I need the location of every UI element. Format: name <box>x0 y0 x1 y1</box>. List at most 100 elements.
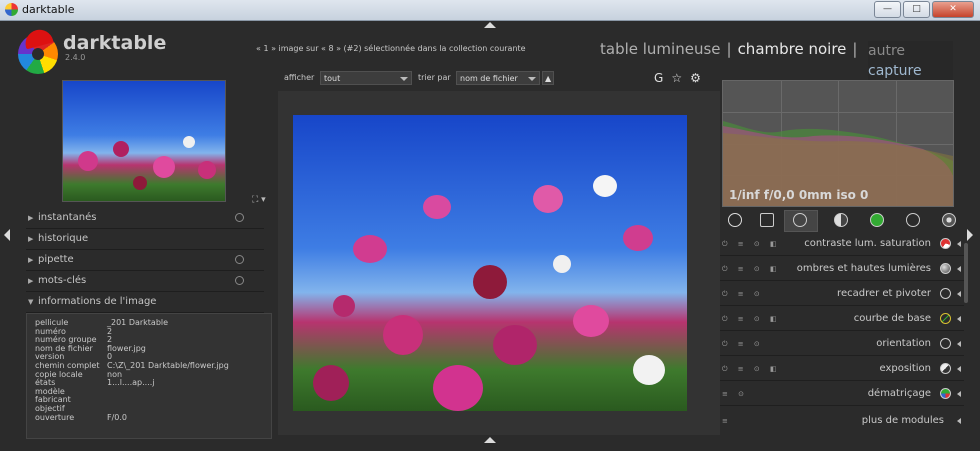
section-label: pipette <box>38 254 74 265</box>
expand-arrow-icon <box>957 391 961 397</box>
module-shadows-highlights[interactable]: ⏻ ≡ ⊙ ◧ ombres et hautes lumières <box>720 258 964 281</box>
expand-arrow-icon <box>957 418 961 424</box>
module-toggle-icons[interactable]: ⏻ ≡ ⊙ <box>722 340 764 349</box>
section-label: informations de l'image <box>38 296 157 307</box>
window-titlebar: darktable — □ ✕ <box>0 0 980 21</box>
collapse-arrow-icon: ▼ <box>28 298 34 306</box>
center-view <box>278 91 720 435</box>
expand-arrow-icon: ▶ <box>28 214 34 222</box>
section-tagging[interactable]: ▶ mots-clés <box>26 272 264 292</box>
show-filter-select[interactable]: tout <box>320 71 412 85</box>
circle-icon[interactable] <box>793 213 807 227</box>
sort-direction-button[interactable]: ▲ <box>542 71 554 85</box>
expand-arrow-icon: ▶ <box>28 277 34 285</box>
correct-icon[interactable] <box>906 213 920 227</box>
minimize-button[interactable]: — <box>874 1 901 18</box>
reset-icon[interactable] <box>235 276 244 285</box>
module-toggle-icons[interactable]: ⏻ ≡ ⊙ ◧ <box>722 265 781 274</box>
maximize-button[interactable]: □ <box>903 1 930 18</box>
section-label: historique <box>38 233 89 244</box>
collapse-bottom-panel-icon[interactable] <box>484 437 496 443</box>
settings-gear-icon[interactable]: ⚙ <box>690 71 709 85</box>
grouping-icon[interactable]: G <box>654 71 671 85</box>
star-icon[interactable] <box>760 213 774 227</box>
star-overlay-icon[interactable]: ☆ <box>671 71 690 85</box>
view-separator: | <box>852 40 858 58</box>
close-button[interactable]: ✕ <box>932 1 974 18</box>
section-history[interactable]: ▶ historique <box>26 230 264 250</box>
contrast-icon <box>940 238 951 249</box>
view-separator: | <box>726 40 732 58</box>
chevron-down-icon <box>400 77 408 81</box>
module-toggle-icons[interactable]: ⏻ ≡ ⊙ ◧ <box>722 240 781 249</box>
module-demosaic[interactable]: ≡ ⊙ dématriçage <box>720 383 964 406</box>
expand-arrow-icon: ▶ <box>28 256 34 264</box>
main-image[interactable] <box>293 115 687 411</box>
reset-icon[interactable] <box>235 255 244 264</box>
reset-icon[interactable] <box>235 213 244 222</box>
navigation-thumbnail[interactable] <box>62 80 226 202</box>
toolbar-icons: G☆⚙ <box>654 71 709 85</box>
zoom-toggle-icon[interactable]: ⛶ ▾ <box>252 195 266 205</box>
section-snapshots[interactable]: ▶ instantanés <box>26 209 264 229</box>
collection-info: « 1 » image sur « 8 » (#2) sélectionnée … <box>256 44 526 53</box>
module-toggle-icons[interactable]: ⏻ ≡ ⊙ <box>722 290 764 299</box>
right-panel-scrollbar[interactable] <box>964 243 968 303</box>
histogram[interactable]: 1/inf f/0,0 0mm iso 0 <box>722 80 954 207</box>
collapse-left-panel-icon[interactable] <box>4 229 10 241</box>
expand-arrow-icon <box>957 266 961 272</box>
info-row: ouverture F/0.0 <box>35 412 128 422</box>
section-label: instantanés <box>38 212 97 223</box>
show-label: afficher <box>284 73 315 82</box>
module-base-curve[interactable]: ⏻ ≡ ⊙ ◧ courbe de base <box>720 308 964 331</box>
section-image-information[interactable]: ▼ informations de l'image <box>26 293 264 313</box>
expand-arrow-icon: ▶ <box>28 235 34 243</box>
sort-select[interactable]: nom de fichier <box>456 71 540 85</box>
image-information-panel: pellicule _201 Darktable numéro 2 numéro g… <box>26 313 272 439</box>
sort-label: trier par <box>418 73 451 82</box>
module-orientation[interactable]: ⏻ ≡ ⊙ orientation <box>720 333 964 356</box>
power-icon[interactable] <box>728 213 742 227</box>
module-label: ombres et hautes lumières <box>796 263 931 274</box>
module-label: orientation <box>876 338 931 349</box>
module-group-bar <box>720 209 964 232</box>
module-crop-rotate[interactable]: ⏻ ≡ ⊙ recadrer et pivoter <box>720 283 964 306</box>
expand-arrow-icon <box>957 366 961 372</box>
module-label: exposition <box>879 363 931 374</box>
window-title: darktable <box>22 3 75 16</box>
color-icon[interactable] <box>870 213 884 227</box>
app-version: 2.4.0 <box>65 53 86 62</box>
effect-icon[interactable] <box>942 213 956 227</box>
app-small-logo-icon <box>5 3 18 16</box>
app-name: darktable <box>63 32 167 54</box>
darktable-logo-icon <box>18 26 58 74</box>
curve-icon <box>940 313 951 324</box>
section-colorpicker[interactable]: ▶ pipette <box>26 251 264 271</box>
module-toggle-icons[interactable]: ⏻ ≡ ⊙ ◧ <box>722 315 781 324</box>
view-lighttable[interactable]: table lumineuse <box>600 40 721 58</box>
histogram-exif-info: 1/inf f/0,0 0mm iso 0 <box>729 188 869 202</box>
more-modules[interactable]: ≡ plus de modules <box>720 410 964 432</box>
main-image-content <box>293 115 687 411</box>
app-window: darktable 2.4.0 « 1 » image sur « 8 » (#… <box>4 21 973 451</box>
expand-arrow-icon <box>957 291 961 297</box>
exposure-icon <box>940 363 951 374</box>
chevron-down-icon <box>528 77 536 81</box>
navigation-image <box>63 81 225 201</box>
orientation-icon <box>940 338 951 349</box>
module-exposure[interactable]: ⏻ ≡ ⊙ ◧ exposition <box>720 358 964 381</box>
shadows-icon <box>940 263 951 274</box>
view-other[interactable]: autre <box>868 41 953 61</box>
module-contrast-brightness-saturation[interactable]: ⏻ ≡ ⊙ ◧ contraste lum. saturation <box>720 233 964 256</box>
view-darkroom[interactable]: chambre noire <box>738 40 847 58</box>
module-toggle-icons[interactable]: ≡ ⊙ <box>722 390 748 398</box>
module-toggle-icons[interactable]: ⏻ ≡ ⊙ ◧ <box>722 365 781 374</box>
module-label: contraste lum. saturation <box>804 238 931 249</box>
expand-arrow-icon <box>957 316 961 322</box>
tone-icon[interactable] <box>834 213 848 227</box>
collapse-top-panel-icon[interactable] <box>484 22 496 28</box>
module-toggle-icons: ≡ <box>722 417 732 425</box>
section-label: mots-clés <box>38 275 87 286</box>
filter-toolbar: afficher tout trier par nom de fichier ▲ <box>284 71 716 87</box>
collapse-right-panel-icon[interactable] <box>967 229 973 241</box>
